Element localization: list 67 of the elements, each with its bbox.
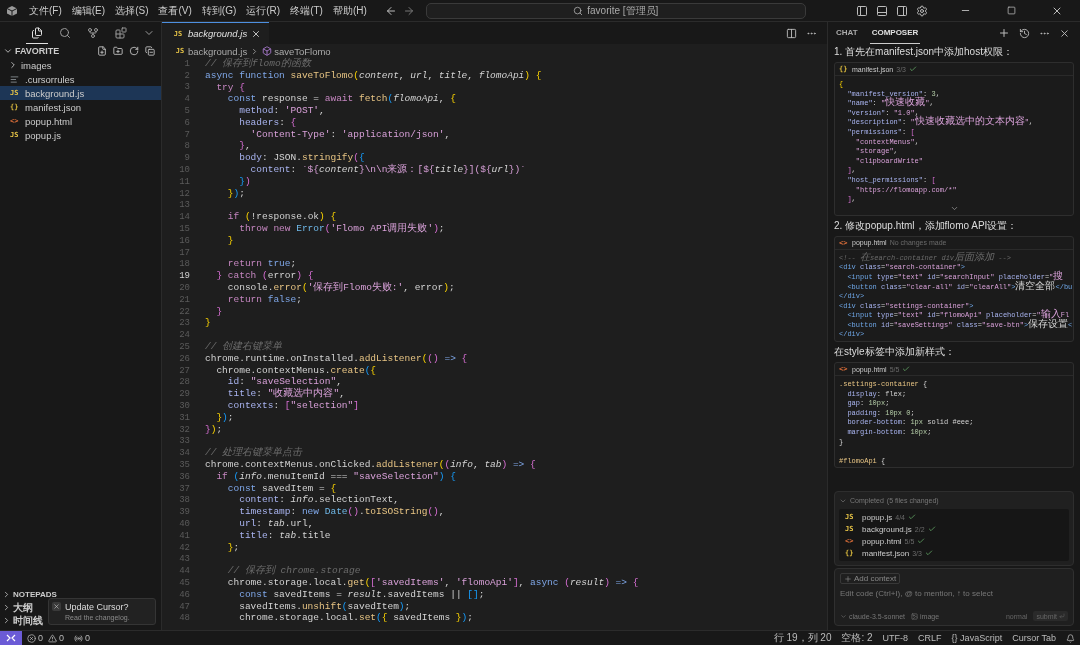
code-line: // 保存到flomo的函数 bbox=[205, 58, 311, 70]
code-line: // 处理右键菜单点击 bbox=[205, 447, 303, 460]
code-line: body: JSON.stringify({ bbox=[238, 152, 365, 165]
code-line: if (info.menuItemId === "saveSelection") { bbox=[215, 470, 456, 483]
line-number: 24 bbox=[178, 330, 190, 341]
panel-title: 大纲 bbox=[13, 600, 33, 615]
code-line: contexts: ["selection"] bbox=[226, 400, 359, 412]
code-line: const response = await fetch(flomoApi, { bbox=[226, 93, 456, 106]
code-line: async function saveToFlomo(content, url, title, flomoApi) { bbox=[205, 69, 542, 82]
code-line: }); bbox=[205, 423, 223, 436]
code-line: chrome.contextMenus.create({ bbox=[215, 364, 377, 377]
line-number: 28 bbox=[178, 377, 190, 388]
line-number: 41 bbox=[178, 530, 190, 541]
code-line: chrome.storage.local.set({ savedItems }); bbox=[238, 612, 473, 625]
code-line: method: 'POST', bbox=[238, 105, 325, 118]
message-text: 2. 修改popup.html，添加flomo API设置： bbox=[834, 219, 1019, 232]
code-line: chrome.contextMenus.onClicked.addListener((info, tab) => { bbox=[205, 459, 536, 471]
code-line: }, bbox=[238, 140, 251, 153]
notification-title: Update Cursor? bbox=[65, 602, 130, 612]
code-line: 'Content-Type': 'application/json', bbox=[249, 128, 451, 141]
message-text: 1. 首先在manifest.json中添加host权限： bbox=[834, 46, 1014, 58]
code-line: console.error('保存到Flomo失败:', error); bbox=[226, 282, 455, 295]
code-line: content: `${content}\n\n来源：[${title}](${url})` bbox=[249, 164, 526, 177]
code-line: // 创建右键菜单 bbox=[205, 341, 283, 354]
code-line: } bbox=[205, 317, 211, 330]
code-line: } bbox=[226, 234, 234, 247]
search-text: favorite [管理员] bbox=[587, 3, 659, 18]
message-text: 在style标签中添加新样式： bbox=[834, 346, 956, 359]
panel-title: 时间线 bbox=[13, 613, 43, 628]
code-line: id: "saveSelection", bbox=[226, 376, 342, 388]
line-number: 21 bbox=[178, 294, 190, 305]
explorer-title: FAVORITE bbox=[15, 46, 61, 56]
code-line: timestamp: new Date().toISOString(), bbox=[238, 506, 445, 519]
line-number: 22 bbox=[178, 306, 190, 317]
code-line: } bbox=[215, 305, 223, 318]
line-number: 31 bbox=[178, 412, 190, 423]
code-line: const savedItem = { bbox=[226, 482, 337, 495]
code-line: try { bbox=[215, 81, 245, 94]
code-line: if (!response.ok) { bbox=[226, 211, 337, 224]
line-number: 11 bbox=[178, 176, 190, 187]
code-line: title: "收藏选中内容", bbox=[226, 388, 345, 401]
panel-title: NOTEPADS bbox=[13, 590, 57, 599]
line-number: 26 bbox=[178, 353, 190, 364]
code-line: // 保存到 chrome.storage bbox=[226, 565, 361, 578]
code-line: content: info.selectionText, bbox=[238, 494, 399, 507]
code-line: title: tab.title bbox=[238, 529, 331, 542]
code-line: throw new Error('Flomo API调用失败'); bbox=[238, 223, 445, 236]
code-line: chrome.storage.local.get(['savedItems', 'flomoApi'], async (result) => { bbox=[226, 576, 639, 589]
line-number: 1 bbox=[183, 58, 190, 69]
line-number: 25 bbox=[178, 342, 190, 352]
code-line: chrome.runtime.onInstalled.addListener(() => { bbox=[205, 352, 468, 365]
line-number: 23 bbox=[178, 318, 190, 329]
code-line: const savedItems = result.savedItems || []; bbox=[238, 588, 485, 601]
code-line: url: tab.url, bbox=[238, 518, 314, 530]
code-line: headers: { bbox=[238, 116, 297, 129]
line-number: 27 bbox=[178, 365, 190, 376]
code-line: }; bbox=[226, 541, 240, 554]
code-line: } catch (error) { bbox=[215, 270, 314, 282]
line-number: 20 bbox=[178, 283, 190, 294]
line-number: 29 bbox=[178, 389, 190, 400]
code-line: }) bbox=[238, 175, 251, 188]
line-number: 19 bbox=[178, 271, 190, 282]
code-line: return false; bbox=[226, 293, 302, 306]
code-line: savedItems.unshift(savedItem); bbox=[238, 600, 411, 613]
code-line: }); bbox=[226, 187, 245, 200]
code-line: }); bbox=[215, 411, 234, 424]
code-line: return true; bbox=[226, 258, 297, 271]
